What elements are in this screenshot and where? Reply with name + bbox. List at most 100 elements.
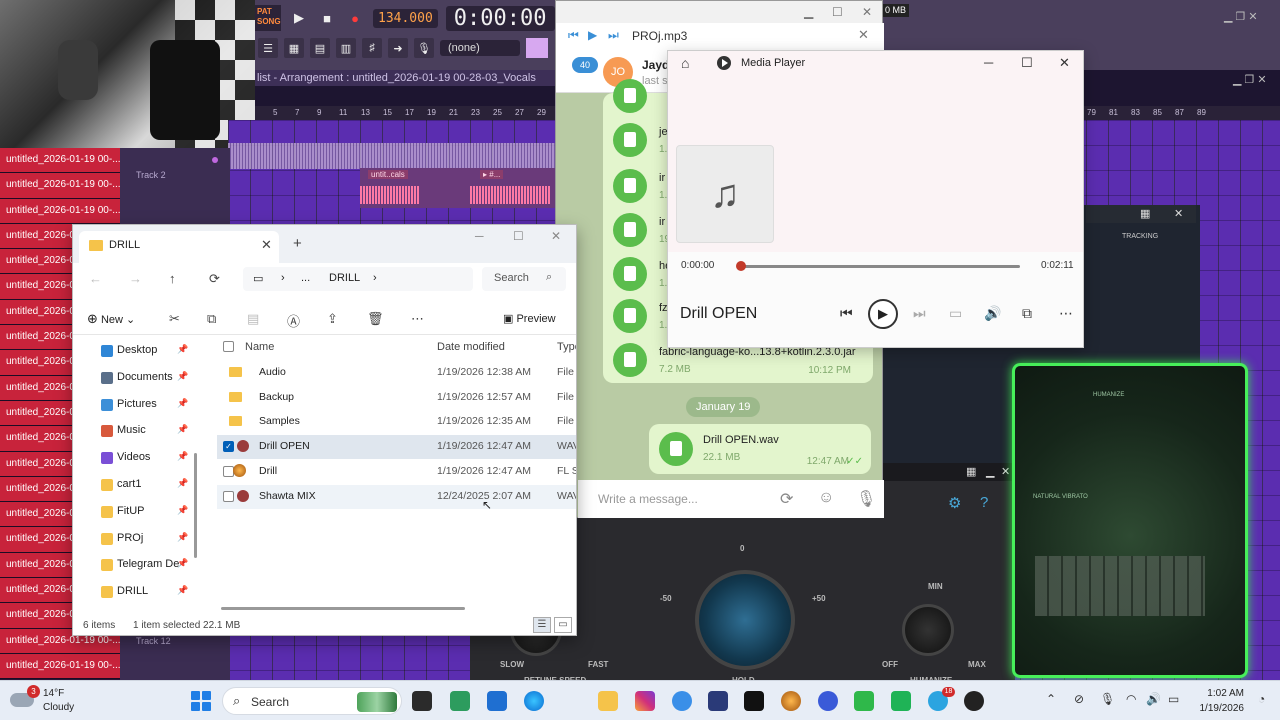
more-options-icon[interactable]: ⋯ xyxy=(411,311,424,327)
miniplayer-icon[interactable]: ⧉ xyxy=(1022,305,1032,322)
back-icon[interactable]: ← xyxy=(89,271,102,286)
sidebar-item[interactable]: Videos 📌 xyxy=(101,451,197,475)
sidebar-item[interactable]: Music 📌 xyxy=(101,424,197,448)
breadcrumb-current[interactable]: DRILL xyxy=(329,272,360,284)
more-options-icon[interactable]: ⋯ xyxy=(1059,305,1073,322)
track-12-label[interactable]: Track 12 xyxy=(136,636,171,646)
table-row[interactable]: Drill 1/19/2026 12:47 AM FL St xyxy=(217,460,576,484)
pin-icon[interactable]: 📌 xyxy=(177,532,188,543)
sidebar-item[interactable]: Telegram De 📌 xyxy=(101,558,197,582)
pin-icon[interactable]: 📌 xyxy=(177,451,188,462)
cut-icon[interactable]: ✂ xyxy=(169,311,180,327)
task-view-icon[interactable] xyxy=(412,691,432,711)
search-box[interactable]: Search ⌕ xyxy=(482,267,566,291)
paste-icon[interactable]: ▤ xyxy=(247,311,259,327)
rename-icon[interactable]: Ⓐ xyxy=(287,311,300,330)
notepad-icon[interactable] xyxy=(450,691,470,711)
app-icon[interactable] xyxy=(708,691,728,711)
column-type[interactable]: Type xyxy=(557,341,576,353)
sidebar-item[interactable]: cart1 📌 xyxy=(101,478,197,502)
maximize-icon[interactable]: ☐ xyxy=(1021,55,1033,71)
pin-icon[interactable]: 📌 xyxy=(177,398,188,409)
maximize-icon[interactable]: ☐ xyxy=(513,229,524,243)
tab-drill[interactable]: DRILL ✕ xyxy=(79,231,279,263)
help-icon[interactable]: ? xyxy=(980,494,988,511)
computer-icon[interactable]: ▭ xyxy=(253,272,263,285)
fl-mode-toggle[interactable]: PAT SONG xyxy=(255,5,281,31)
file-message[interactable]: fabric-language-ko...13.8+kotlin.2.3.0.j… xyxy=(613,343,873,387)
notification-icon[interactable]: ◔ xyxy=(1258,692,1265,706)
browser-icon[interactable]: ▥ xyxy=(336,38,356,58)
file-message[interactable]: Drill OPEN.wav 22.1 MB 12:47 AM ✓✓ xyxy=(649,424,871,474)
previous-track-icon[interactable]: ⏮ xyxy=(568,28,579,43)
fl-play-button[interactable]: ▶ xyxy=(289,8,309,28)
media-player-icon[interactable] xyxy=(964,691,984,711)
humanize-knob[interactable] xyxy=(902,604,954,656)
picker-track-item[interactable]: untitled_2026-01-19 00-... xyxy=(0,198,120,224)
microphone-tray-icon[interactable]: 🎙 xyxy=(1100,692,1115,706)
battery-icon[interactable]: ▭ xyxy=(1168,692,1179,706)
app-tray-icon[interactable]: ⊘ xyxy=(1074,692,1084,706)
minimize-icon[interactable]: ▁ xyxy=(804,5,813,19)
table-row[interactable]: Audio 1/19/2026 12:38 AM File f xyxy=(217,361,576,385)
up-icon[interactable]: ↑ xyxy=(169,271,176,286)
tiles-view-icon[interactable]: ▭ xyxy=(554,617,572,633)
row-checkbox[interactable]: ✓ xyxy=(223,441,234,453)
player-close-icon[interactable]: ✕ xyxy=(858,27,869,43)
sidebar-item[interactable]: FitUP 📌 xyxy=(101,505,197,529)
file-explorer-icon[interactable] xyxy=(598,691,618,711)
pin-icon[interactable]: 📌 xyxy=(177,424,188,435)
message-input[interactable]: Write a message... xyxy=(598,492,698,506)
captions-icon[interactable]: ▭ xyxy=(949,305,962,322)
horizontal-scrollbar[interactable] xyxy=(221,607,465,610)
minimize-icon[interactable]: ─ xyxy=(475,229,484,243)
column-name[interactable]: Name xyxy=(245,341,274,353)
table-row[interactable]: Samples 1/19/2026 12:35 AM File f xyxy=(217,410,576,434)
instagram-icon[interactable] xyxy=(635,691,655,711)
pin-icon[interactable]: 📌 xyxy=(177,505,188,516)
app-icon[interactable] xyxy=(854,691,874,711)
mixer-icon[interactable]: ♯ xyxy=(362,38,382,58)
share-icon[interactable]: ⇪ xyxy=(327,311,338,327)
table-row[interactable]: ✓ Drill OPEN 1/19/2026 12:47 AM WAV xyxy=(217,435,576,460)
timer-icon[interactable]: ⟳ xyxy=(780,489,793,509)
plugin-close-icon[interactable]: ✕ xyxy=(1174,207,1183,220)
picker-track-item[interactable]: untitled_2026-01-19 00-... xyxy=(0,148,120,174)
pin-icon[interactable]: 📌 xyxy=(177,371,188,382)
close-icon[interactable]: ✕ xyxy=(1059,55,1070,71)
details-view-icon[interactable]: ☰ xyxy=(533,617,551,633)
fl-stop-button[interactable]: ■ xyxy=(317,8,337,28)
row-checkbox[interactable] xyxy=(223,490,234,502)
vibrato-plugin-panel[interactable]: HUMANIZE NATURAL VIBRATO xyxy=(1012,363,1248,678)
minimize-icon[interactable]: ─ xyxy=(984,55,993,70)
settings-gear-icon[interactable]: ⚙ xyxy=(948,494,961,512)
sidebar-item[interactable]: Desktop 📌 xyxy=(101,344,197,368)
pin-icon[interactable]: 📌 xyxy=(177,585,188,596)
fl-bpm-display[interactable]: 134.000 xyxy=(373,8,438,28)
fl-window-controls[interactable]: ▁ ❐ ✕ xyxy=(1224,10,1258,23)
arrow-icon[interactable]: ➜ xyxy=(388,38,408,58)
sidebar-item[interactable]: Documents 📌 xyxy=(101,371,197,395)
chatgpt-icon[interactable] xyxy=(744,691,764,711)
chevron-right-icon[interactable]: › xyxy=(373,272,377,284)
edge-icon[interactable] xyxy=(524,691,544,711)
play-button[interactable]: ▶ xyxy=(868,299,898,329)
picker-track-item[interactable]: untitled_2026-01-19 00-... xyxy=(0,173,120,199)
close-icon[interactable]: ✕ xyxy=(862,5,872,19)
pin-icon[interactable]: 📌 xyxy=(177,558,188,569)
windows-start-icon[interactable] xyxy=(191,691,211,711)
system-clock[interactable]: 1:02 AM 1/19/2026 xyxy=(1196,686,1245,716)
wifi-icon[interactable]: ◠ xyxy=(1126,692,1136,706)
table-row[interactable]: Backup 1/19/2026 12:57 AM File f xyxy=(217,386,576,410)
file-icon[interactable] xyxy=(613,343,647,377)
file-icon[interactable] xyxy=(613,169,647,203)
fl-studio-icon[interactable] xyxy=(781,691,801,711)
plugin-menu-icon[interactable]: ▦ xyxy=(966,465,976,478)
forward-icon[interactable]: → xyxy=(129,271,142,286)
plugin-close-icon[interactable]: ✕ xyxy=(1001,465,1010,478)
player-file-name[interactable]: PROj.mp3 xyxy=(632,29,687,43)
fl-pattern-select[interactable]: (none) xyxy=(440,40,520,56)
sidebar-item[interactable]: DRILL 📌 xyxy=(101,585,197,609)
volume-icon[interactable]: 🔊 xyxy=(984,305,1001,322)
keyboard-display[interactable] xyxy=(1035,556,1205,616)
